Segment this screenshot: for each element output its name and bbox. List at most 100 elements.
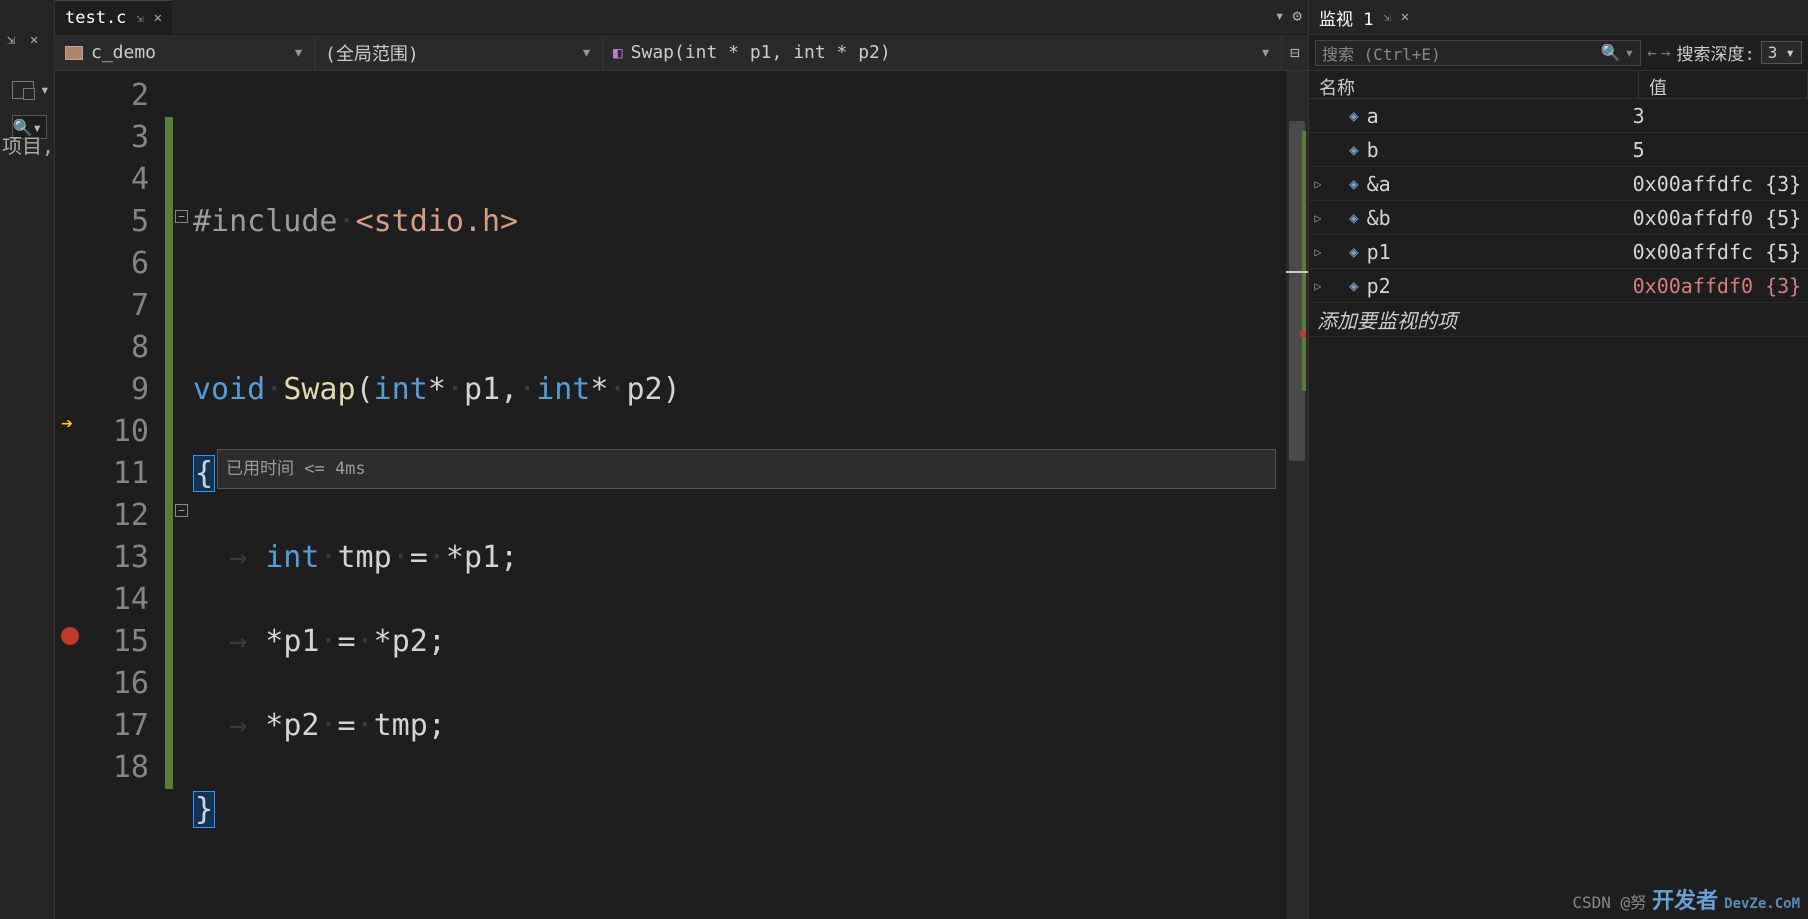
watch-name[interactable]: b: [1367, 138, 1627, 162]
line-number: 11: [85, 453, 149, 495]
pin-icon[interactable]: ⇲: [7, 32, 15, 48]
watch-row[interactable]: ▷ ◈ &a0x00affdfc {3}: [1309, 167, 1808, 201]
line-number-gutter: 23456789101112131415161718: [85, 71, 165, 919]
breakpoint-icon[interactable]: [61, 627, 79, 645]
tab-bar: test.c ⇲ ✕ ▾ ⚙: [55, 0, 1308, 35]
depth-label: 搜索深度:: [1676, 40, 1754, 65]
watch-name[interactable]: p1: [1367, 240, 1627, 264]
chevron-down-icon[interactable]: ▾: [1625, 43, 1635, 62]
project-combo[interactable]: c_demo ▾: [55, 35, 315, 70]
line-number: 7: [85, 285, 149, 327]
watch-row[interactable]: ◈b5: [1309, 133, 1808, 167]
panel-pin-close: ⇲ ✕: [4, 32, 41, 48]
watch-name[interactable]: a: [1367, 104, 1627, 128]
watch-value[interactable]: 0x00affdf0 {3}: [1627, 274, 1808, 298]
search-placeholder: 搜索 (Ctrl+E): [1322, 41, 1441, 65]
column-name-header[interactable]: 名称: [1309, 71, 1639, 98]
watch-toolbar: 搜索 (Ctrl+E) 🔍 ▾ ← → 搜索深度: 3 ▾: [1309, 35, 1808, 71]
current-line-arrow-icon: ➔: [61, 411, 73, 435]
watch-row[interactable]: ▷ ◈ p20x00affdf0 {3}: [1309, 269, 1808, 303]
expand-icon[interactable]: ▷: [1309, 245, 1327, 259]
scope-combo[interactable]: (全局范围) ▾: [315, 35, 603, 70]
line-number: 13: [85, 537, 149, 579]
vertical-scrollbar[interactable]: [1286, 71, 1308, 919]
breakpoint-gutter[interactable]: ➔: [55, 71, 85, 919]
line-number: 17: [85, 705, 149, 747]
project-icon: [65, 46, 83, 60]
watch-value[interactable]: 3: [1627, 104, 1808, 128]
scope-combo-label: (全局范围): [325, 40, 419, 66]
function-combo[interactable]: ◧ Swap(int * p1, int * p2) ▾: [603, 35, 1282, 70]
watch-header: 名称 值: [1309, 71, 1808, 99]
gear-icon[interactable]: ⚙: [1292, 6, 1302, 25]
line-number: 3: [85, 117, 149, 159]
watermark: CSDN @努 开发者 DevZe.CoM: [1572, 883, 1800, 915]
watch-row[interactable]: ▷ ◈ p10x00affdfc {5}: [1309, 235, 1808, 269]
watch-value[interactable]: 0x00affdf0 {5}: [1627, 206, 1808, 230]
variable-icon: ◈: [1349, 208, 1359, 227]
watch-add-item[interactable]: 添加要监视的项: [1309, 303, 1808, 337]
search-icon[interactable]: 🔍: [1601, 43, 1621, 62]
solution-explorer-strip: ⇲ ✕ ▾ 🔍 ▾ 项目,: [0, 0, 55, 919]
preproc: #include: [193, 204, 338, 239]
function-icon: ◧: [613, 43, 623, 62]
column-value-header[interactable]: 值: [1639, 71, 1808, 98]
line-number: 15: [85, 621, 149, 663]
line-number: 16: [85, 663, 149, 705]
split-editor-button[interactable]: ⊟: [1282, 43, 1308, 62]
chevron-down-icon: ▾: [1260, 42, 1271, 63]
watch-search-input[interactable]: 搜索 (Ctrl+E) 🔍 ▾: [1315, 40, 1641, 66]
variable-icon: ◈: [1349, 242, 1359, 261]
tab-menu-icon[interactable]: ▾: [1275, 6, 1285, 25]
chevron-down-icon[interactable]: ▾: [40, 80, 50, 99]
editor-area: test.c ⇲ ✕ ▾ ⚙ c_demo ▾ (全局范围) ▾ ◧ Swap(…: [55, 0, 1308, 919]
code-editor[interactable]: #include·<stdio.h> void·Swap(int*·p1,·in…: [193, 71, 1286, 919]
watch-tab[interactable]: 监视 1 ⇲ ✕: [1309, 0, 1808, 35]
line-number: 12: [85, 495, 149, 537]
variable-icon: ◈: [1349, 106, 1359, 125]
code-body[interactable]: ➔ 23456789101112131415161718 − − #includ…: [55, 71, 1308, 919]
expand-icon[interactable]: ▷: [1309, 279, 1327, 293]
project-combo-label: c_demo: [91, 42, 156, 63]
watch-value[interactable]: 5: [1627, 138, 1808, 162]
watch-value[interactable]: 0x00affdfc {5}: [1627, 240, 1808, 264]
variable-icon: ◈: [1349, 276, 1359, 295]
fold-gutter[interactable]: − −: [173, 71, 193, 919]
chevron-down-icon: ▾: [293, 42, 304, 63]
line-number: 4: [85, 159, 149, 201]
toolbox-icon[interactable]: [12, 81, 34, 99]
line-number: 6: [85, 243, 149, 285]
close-icon[interactable]: ✕: [1401, 9, 1409, 25]
line-number: 9: [85, 369, 149, 411]
pin-icon[interactable]: ⇲: [136, 11, 143, 25]
pin-icon[interactable]: ⇲: [1383, 10, 1390, 24]
expand-icon[interactable]: ▷: [1309, 211, 1327, 225]
watch-value[interactable]: 0x00affdfc {3}: [1627, 172, 1808, 196]
watch-rows: ◈a3◈b5▷◈&a0x00affdfc {3}▷◈&b0x00affdf0 {…: [1309, 99, 1808, 919]
watch-name[interactable]: p2: [1367, 274, 1627, 298]
depth-combo[interactable]: 3 ▾: [1761, 41, 1802, 64]
line-number: 2: [85, 75, 149, 117]
line-number: 14: [85, 579, 149, 621]
perf-tip[interactable]: 已用时间 <= 4ms: [217, 449, 1276, 489]
variable-icon: ◈: [1349, 174, 1359, 193]
watch-row[interactable]: ▷ ◈ &b0x00affdf0 {5}: [1309, 201, 1808, 235]
function-combo-label: Swap(int * p1, int * p2): [631, 42, 891, 63]
fold-toggle[interactable]: −: [175, 504, 188, 517]
fold-toggle[interactable]: −: [175, 210, 188, 223]
watch-name[interactable]: &a: [1367, 172, 1627, 196]
watch-name[interactable]: &b: [1367, 206, 1627, 230]
expand-icon[interactable]: ▷: [1309, 177, 1327, 191]
navigation-bar: c_demo ▾ (全局范围) ▾ ◧ Swap(int * p1, int *…: [55, 35, 1308, 71]
prev-result-button[interactable]: ←: [1647, 43, 1657, 62]
include-target: <stdio.h>: [356, 204, 519, 239]
tab-test-c[interactable]: test.c ⇲ ✕: [55, 0, 172, 34]
close-icon[interactable]: ✕: [154, 10, 162, 26]
watch-row[interactable]: ◈ a3: [1309, 99, 1808, 133]
chevron-down-icon: ▾: [581, 42, 592, 63]
project-hint-text: 项目,: [2, 130, 54, 159]
next-result-button[interactable]: →: [1661, 43, 1671, 62]
close-icon[interactable]: ✕: [30, 32, 38, 48]
line-number: 5: [85, 201, 149, 243]
change-indicator: [165, 71, 173, 919]
